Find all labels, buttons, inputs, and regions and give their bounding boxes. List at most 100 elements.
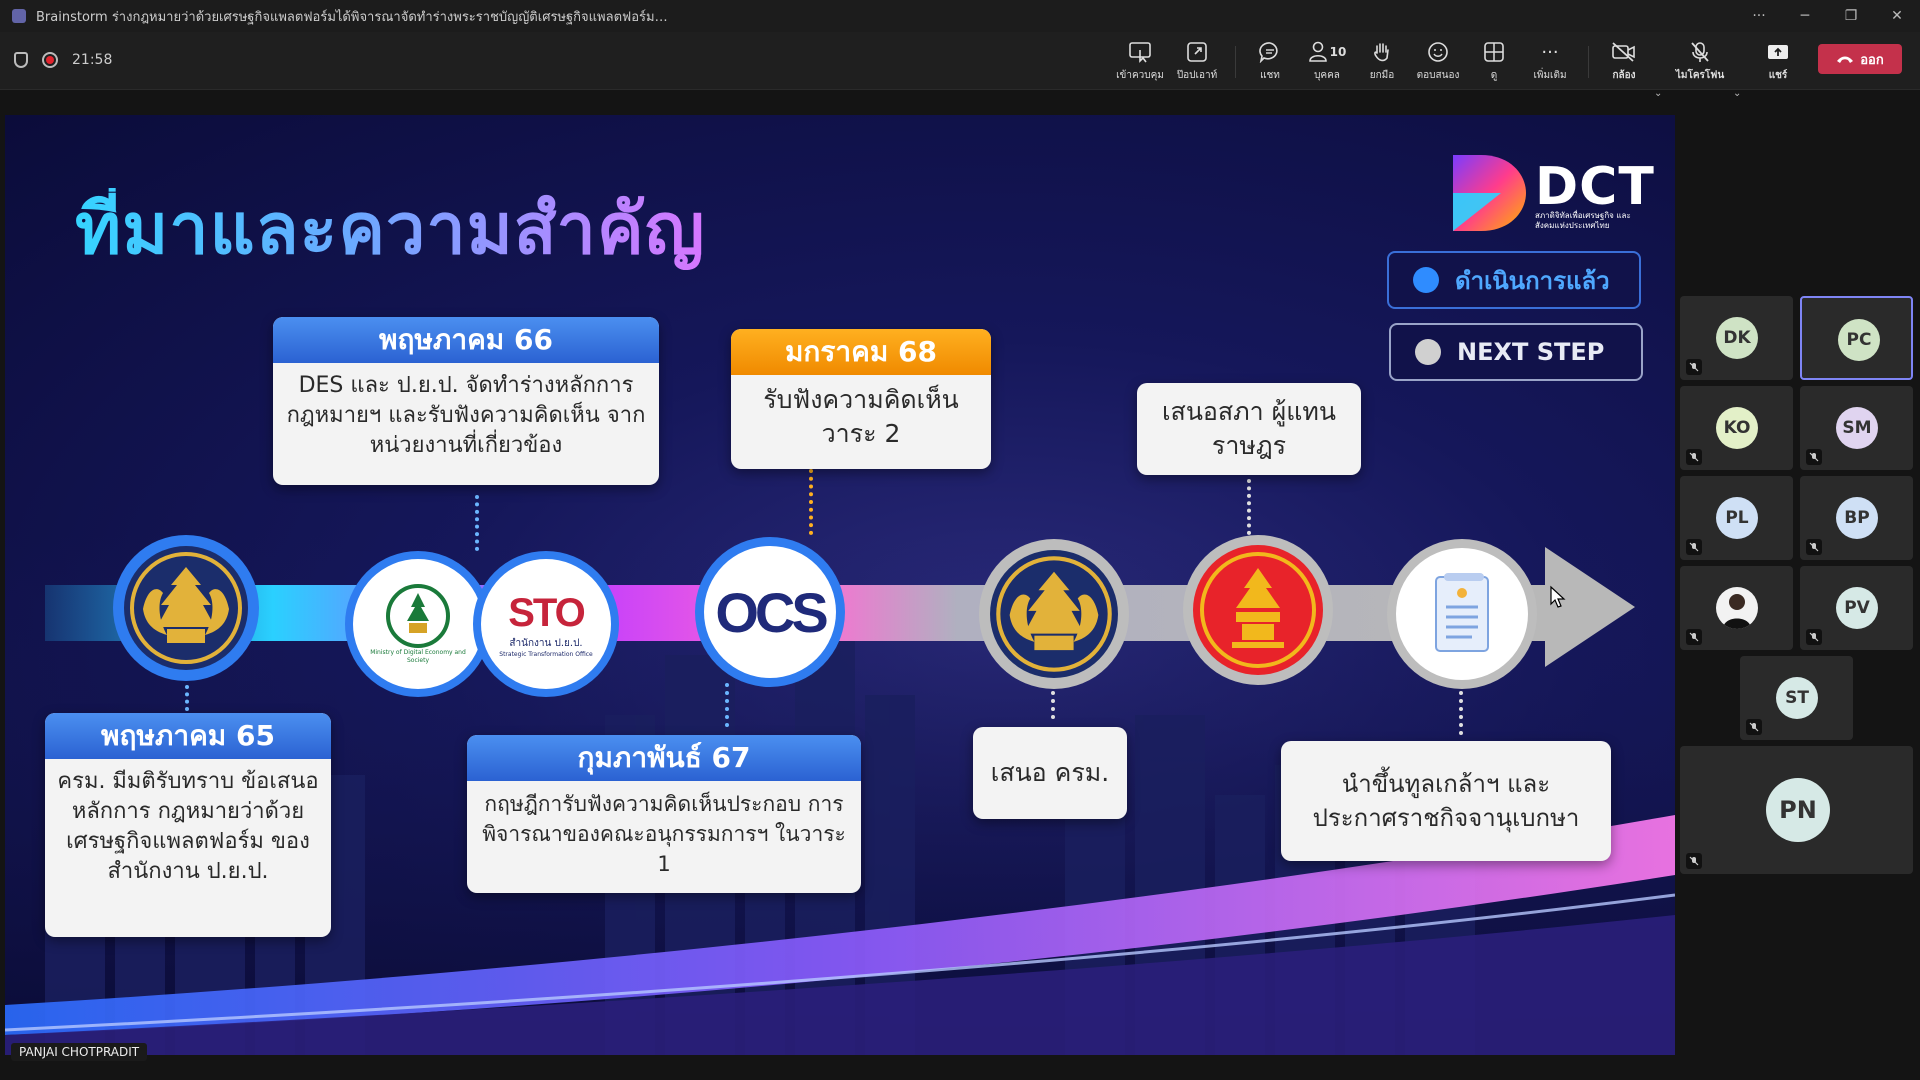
phone-hangup-icon xyxy=(1837,56,1854,63)
milestone-parliament-text: เสนอสภา ผู้แทนราษฎร xyxy=(1162,397,1336,460)
mouse-cursor-icon xyxy=(1550,585,1566,608)
parliament-emblem-icon xyxy=(1193,545,1323,675)
share-button[interactable]: แชร์ xyxy=(1748,40,1808,84)
microphone-button[interactable]: ไมโครโฟน xyxy=(1670,40,1730,84)
royal-gazette-circle xyxy=(1387,539,1537,689)
sto-logo-text: STO xyxy=(508,590,586,635)
window-controls: ··· ─ ❐ ✕ xyxy=(1736,0,1920,32)
people-button[interactable]: 10 บุคคล xyxy=(1297,40,1357,84)
connector-jan68 xyxy=(809,469,813,535)
participant-tile-large[interactable]: PN xyxy=(1680,746,1913,874)
avatar: SM xyxy=(1836,407,1878,449)
avatar: PC xyxy=(1838,319,1880,361)
presenter-name-label: PANJAI CHOTPRADIT xyxy=(11,1043,148,1061)
participant-tile[interactable]: SM xyxy=(1800,386,1913,470)
royal-gazette-badge xyxy=(1396,548,1528,680)
camera-button[interactable]: กล้อง xyxy=(1594,40,1654,84)
participant-tile-active[interactable]: PC xyxy=(1800,296,1913,380)
milestone-jan68-date: มกราคม 68 xyxy=(731,329,991,375)
raise-hand-label: ยกมือ xyxy=(1369,70,1395,81)
cabinet-emblem-circle xyxy=(979,539,1129,689)
view-button[interactable]: ดู xyxy=(1464,40,1524,84)
window-title: Brainstorm ร่างกฎหมายว่าด้วยเศรษฐกิจแพลต… xyxy=(36,9,676,25)
milestone-feb67-card: กุมภาพันธ์ 67 กฤษฎีการับฟังความคิดเห็นปร… xyxy=(467,735,861,893)
people-label: บุคคล xyxy=(1314,70,1340,81)
avatar: PV xyxy=(1836,587,1878,629)
milestone-feb67-date: กุมภาพันธ์ 67 xyxy=(467,735,861,781)
milestone-may65-card: พฤษภาคม 65 ครม. มีมติรับทราบ ข้อเสนอหลัก… xyxy=(45,713,331,937)
mdes-emblem-icon xyxy=(386,584,450,648)
avatar: PN xyxy=(1766,778,1830,842)
close-button[interactable]: ✕ xyxy=(1874,0,1920,32)
sto-logo-english: Strategic Transformation Office xyxy=(499,650,593,658)
milestone-parliament-card: เสนอสภา ผู้แทนราษฎร xyxy=(1137,383,1361,475)
participant-tile[interactable]: PL xyxy=(1680,476,1793,560)
connector-royal xyxy=(1459,691,1463,735)
sto-logo: STO สำนักงาน ป.ย.ป. Strategic Transforma… xyxy=(481,559,611,689)
ocs-logo: OCS xyxy=(704,546,836,678)
mic-muted-icon xyxy=(1686,359,1702,375)
restore-button[interactable]: ❐ xyxy=(1828,0,1874,32)
take-control-label: เข้าควบคุม xyxy=(1116,70,1164,81)
react-button[interactable]: ตอบสนอง xyxy=(1408,40,1468,84)
chat-label: แชท xyxy=(1260,70,1280,81)
avatar: DK xyxy=(1716,317,1758,359)
ocs-logo-text: OCS xyxy=(715,580,828,644)
milestone-may66-card: พฤษภาคม 66 DES และ ป.ย.ป. จัดทำร่างหลักก… xyxy=(273,317,659,485)
people-count: 10 xyxy=(1329,45,1347,59)
participant-tile[interactable] xyxy=(1680,566,1793,650)
popout-icon xyxy=(1186,40,1208,64)
meeting-timer: 21:58 xyxy=(72,52,113,68)
meeting-toolbar: 21:58 เข้าควบคุม ป๊อปเอาท์ แชท 10 บุคคล … xyxy=(0,32,1920,99)
more-icon: ··· xyxy=(1541,41,1559,63)
mic-options-chevron-down-icon[interactable]: ⌄ xyxy=(1733,88,1741,99)
camera-off-icon xyxy=(1611,40,1637,64)
sto-logo-circle: STO สำนักงาน ป.ย.ป. Strategic Transforma… xyxy=(473,551,619,697)
connector-cabinet xyxy=(1051,691,1055,719)
garuda-emblem-icon xyxy=(990,550,1118,678)
view-label: ดู xyxy=(1490,70,1498,81)
camera-options-chevron-down-icon[interactable]: ⌄ xyxy=(1654,88,1662,99)
take-control-button[interactable]: เข้าควบคุม xyxy=(1110,40,1170,84)
raise-hand-icon xyxy=(1372,40,1392,64)
milestone-may65-date: พฤษภาคม 65 xyxy=(45,713,331,759)
raise-hand-button[interactable]: ยกมือ xyxy=(1352,40,1412,84)
minimize-button[interactable]: ─ xyxy=(1782,0,1828,32)
scroll-document-icon xyxy=(1435,573,1489,652)
participant-tile[interactable]: KO xyxy=(1680,386,1793,470)
more-options-icon[interactable]: ··· xyxy=(1736,0,1782,32)
participant-tile[interactable]: ST xyxy=(1740,656,1853,740)
milestone-cabinet-text: เสนอ ครม. xyxy=(990,758,1110,787)
mdes-caption: Ministry of Digital Economy and Society xyxy=(370,649,466,664)
thai-government-emblem-circle xyxy=(113,535,259,681)
mdes-logo-circle: Ministry of Digital Economy and Society xyxy=(345,551,491,697)
avatar: PL xyxy=(1716,497,1758,539)
react-label: ตอบสนอง xyxy=(1416,70,1460,81)
participant-tile[interactable]: DK xyxy=(1680,296,1793,380)
more-button[interactable]: ··· เพิ่มเติม xyxy=(1520,40,1580,84)
shield-icon xyxy=(14,52,28,68)
participant-tile[interactable]: BP xyxy=(1800,476,1913,560)
leave-button[interactable]: ออก xyxy=(1818,44,1902,74)
share-label: แชร์ xyxy=(1768,70,1788,81)
connector-feb67 xyxy=(725,683,729,727)
milestone-royal-text: นำขึ้นทูลเกล้าฯ และ ประกาศราชกิจจานุเบกษ… xyxy=(1312,770,1580,832)
popout-label: ป๊อปเอาท์ xyxy=(1176,70,1218,81)
milestone-may66-date: พฤษภาคม 66 xyxy=(273,317,659,363)
connector-parliament xyxy=(1247,479,1251,535)
react-icon xyxy=(1427,40,1449,64)
popout-button[interactable]: ป๊อปเอาท์ xyxy=(1167,40,1227,84)
chat-button[interactable]: แชท xyxy=(1240,40,1300,84)
parliament-emblem-circle xyxy=(1183,535,1333,685)
mic-muted-icon xyxy=(1686,629,1702,645)
milestone-feb67-text: กฤษฎีการับฟังความคิดเห็นประกอบ การพิจารณ… xyxy=(482,792,846,876)
window-titlebar: Brainstorm ร่างกฎหมายว่าด้วยเศรษฐกิจแพลต… xyxy=(0,0,1920,32)
toolbar-divider xyxy=(1235,46,1236,78)
connector-may65 xyxy=(185,685,189,711)
milestone-jan68-card: มกราคม 68 รับฟังความคิดเห็น วาระ 2 xyxy=(731,329,991,469)
mic-muted-icon xyxy=(1686,449,1702,465)
avatar: KO xyxy=(1716,407,1758,449)
participant-tile[interactable]: PV xyxy=(1800,566,1913,650)
people-icon: 10 xyxy=(1308,40,1347,64)
milestone-may65-text: ครม. มีมติรับทราบ ข้อเสนอหลักการ กฎหมายว… xyxy=(57,769,319,884)
